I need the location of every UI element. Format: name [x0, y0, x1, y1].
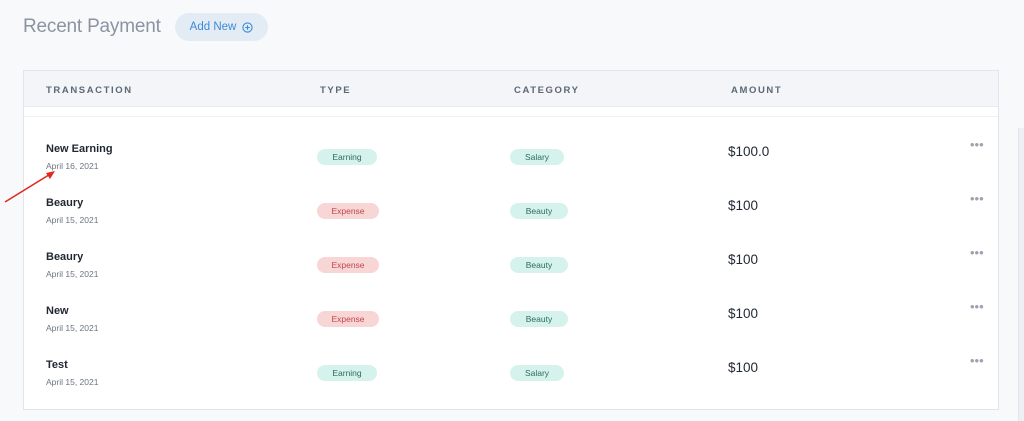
column-header-category: CATEGORY	[514, 85, 580, 96]
type-badge: Earning	[317, 149, 377, 165]
category-badge: Beauty	[510, 311, 568, 327]
table-row[interactable]: New Earning April 16, 2021 Earning Salar…	[24, 137, 998, 197]
page-scrollbar[interactable]	[1018, 128, 1024, 421]
red-arrow-icon	[4, 171, 55, 203]
transaction-title: Test	[46, 359, 68, 371]
amount: $100	[728, 198, 759, 213]
amount: $100	[728, 252, 759, 267]
amount: $100	[728, 360, 759, 375]
transaction-date: April 15, 2021	[46, 269, 99, 279]
transaction-date: April 15, 2021	[46, 323, 99, 333]
transaction-date: April 15, 2021	[46, 377, 99, 387]
type-badge: Expense	[317, 203, 379, 219]
category-badge: Beauty	[510, 203, 568, 219]
more-horizontal-icon[interactable]: •••	[970, 353, 984, 368]
more-horizontal-icon[interactable]: •••	[970, 191, 984, 206]
category-badge: Beauty	[510, 257, 568, 273]
page-title: Recent Payment	[23, 16, 161, 37]
category-badge: Salary	[510, 365, 564, 381]
type-badge: Earning	[317, 365, 377, 381]
table-row[interactable]: Beaury April 15, 2021 Expense Beauty $10…	[24, 245, 998, 305]
add-new-label: Add New	[189, 21, 237, 33]
column-header-type: TYPE	[320, 85, 352, 96]
table-row[interactable]: Beaury April 15, 2021 Expense Beauty $10…	[24, 191, 998, 251]
amount: $100.0	[728, 144, 770, 159]
column-header-amount: AMOUNT	[731, 85, 783, 96]
type-badge: Expense	[317, 311, 379, 327]
table-row[interactable]: New April 15, 2021 Expense Beauty $100 •…	[24, 299, 998, 359]
column-header-transaction: TRANSACTION	[46, 85, 133, 96]
transaction-title: New	[46, 305, 69, 317]
transaction-title: Beaury	[46, 251, 84, 263]
more-horizontal-icon[interactable]: •••	[970, 299, 984, 314]
more-horizontal-icon[interactable]: •••	[970, 137, 984, 152]
header-divider	[24, 116, 998, 117]
type-badge: Expense	[317, 257, 379, 273]
amount: $100	[728, 306, 759, 321]
payments-table: TRANSACTION TYPE CATEGORY AMOUNT New Ear…	[23, 70, 999, 410]
table-row[interactable]: Test April 15, 2021 Earning Salary $100 …	[24, 353, 998, 413]
category-badge: Salary	[510, 149, 564, 165]
page-header: Recent Payment Add New	[23, 12, 269, 42]
transaction-title: New Earning	[46, 143, 113, 155]
table-header: TRANSACTION TYPE CATEGORY AMOUNT	[24, 71, 998, 107]
add-new-button[interactable]: Add New	[174, 13, 269, 41]
transaction-date: April 15, 2021	[46, 215, 99, 225]
more-horizontal-icon[interactable]: •••	[970, 245, 984, 260]
plus-circle-icon	[242, 21, 253, 33]
